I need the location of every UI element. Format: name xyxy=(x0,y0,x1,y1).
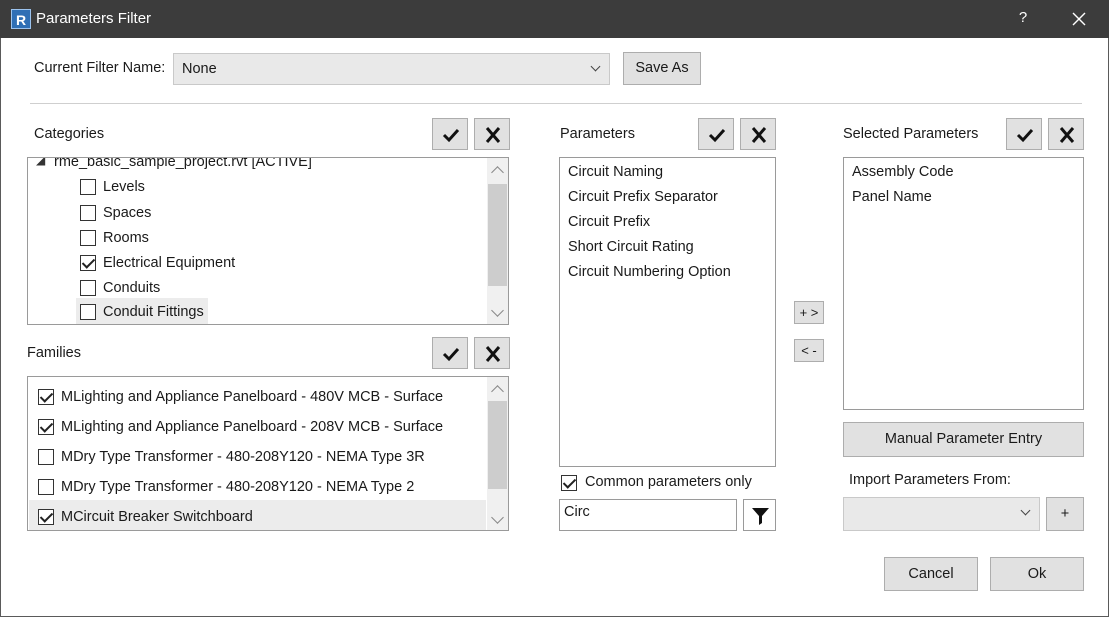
cancel-button[interactable]: Cancel xyxy=(884,557,978,591)
parameters-list: Circuit Naming Circuit Prefix Separator … xyxy=(559,157,776,467)
parameter-item[interactable]: Circuit Naming xyxy=(568,164,663,180)
parameters-uncheck-all-button[interactable] xyxy=(740,118,776,150)
window-title: Parameters Filter xyxy=(36,10,152,27)
category-checkbox[interactable] xyxy=(80,304,96,320)
chevron-down-icon xyxy=(1020,505,1031,516)
parameter-item[interactable]: Circuit Numbering Option xyxy=(568,264,731,280)
checkmark-icon xyxy=(708,128,726,143)
checkmark-icon xyxy=(442,347,460,362)
save-as-button[interactable]: Save As xyxy=(623,52,701,85)
category-checkbox[interactable] xyxy=(80,255,96,271)
x-icon xyxy=(751,127,767,143)
category-checkbox[interactable] xyxy=(80,230,96,246)
category-checkbox[interactable] xyxy=(80,205,96,221)
families-check-all-button[interactable] xyxy=(432,337,468,369)
category-label: Rooms xyxy=(103,230,149,246)
selected-check-all-button[interactable] xyxy=(1006,118,1042,150)
parameter-item[interactable]: Short Circuit Rating xyxy=(568,239,694,255)
ok-button[interactable]: Ok xyxy=(990,557,1084,591)
checkmark-icon xyxy=(442,128,460,143)
parameter-search-input[interactable]: Circ xyxy=(559,499,737,531)
revit-app-icon: R xyxy=(11,9,31,29)
category-label: Conduit Fittings xyxy=(103,304,204,320)
categories-scrollbar[interactable] xyxy=(487,158,508,324)
scroll-up-icon[interactable] xyxy=(491,166,504,179)
parameter-search-value: Circ xyxy=(564,504,590,520)
categories-heading: Categories xyxy=(34,126,105,142)
category-label: Conduits xyxy=(103,280,161,296)
categories-root-node[interactable]: rme_basic_sample_project.rvt [ACTIVE] xyxy=(54,158,312,170)
import-add-button[interactable]: + xyxy=(1046,497,1084,531)
selected-parameters-heading: Selected Parameters xyxy=(843,126,979,142)
categories-uncheck-all-button[interactable] xyxy=(474,118,510,150)
title-bar xyxy=(0,0,1109,38)
chevron-down-icon xyxy=(590,61,601,72)
scroll-down-icon[interactable] xyxy=(491,304,504,317)
filter-button[interactable] xyxy=(743,499,776,531)
family-checkbox[interactable] xyxy=(38,449,54,465)
family-label: MLighting and Appliance Panelboard - 480… xyxy=(61,389,444,405)
filter-name-label: Current Filter Name: xyxy=(34,60,166,76)
families-uncheck-all-button[interactable] xyxy=(474,337,510,369)
family-checkbox[interactable] xyxy=(38,389,54,405)
families-scrollbar[interactable] xyxy=(487,377,508,530)
parameter-item[interactable]: Circuit Prefix xyxy=(568,214,650,230)
parameters-heading: Parameters xyxy=(560,126,635,142)
families-heading: Families xyxy=(27,345,81,361)
category-label: Spaces xyxy=(103,205,152,221)
category-label: Electrical Equipment xyxy=(103,255,236,271)
x-icon xyxy=(1059,127,1075,143)
scroll-thumb[interactable] xyxy=(488,184,507,286)
filter-name-dropdown[interactable]: None xyxy=(173,53,610,85)
family-label: MCircuit Breaker Switchboard xyxy=(61,509,253,525)
category-checkbox[interactable] xyxy=(80,179,96,195)
scroll-down-icon[interactable] xyxy=(491,511,504,524)
scroll-up-icon[interactable] xyxy=(491,385,504,398)
family-checkbox[interactable] xyxy=(38,479,54,495)
parameters-check-all-button[interactable] xyxy=(698,118,734,150)
x-icon xyxy=(485,346,501,362)
family-label: MDry Type Transformer - 480-208Y120 - NE… xyxy=(61,479,415,495)
selected-parameter-item[interactable]: Assembly Code xyxy=(852,164,954,180)
common-parameters-label: Common parameters only xyxy=(585,474,752,490)
family-checkbox[interactable] xyxy=(38,509,54,525)
close-icon xyxy=(1072,12,1086,26)
filter-icon xyxy=(752,508,769,525)
categories-check-all-button[interactable] xyxy=(432,118,468,150)
category-checkbox[interactable] xyxy=(80,280,96,296)
help-button[interactable]: ? xyxy=(1008,9,1038,31)
import-parameters-label: Import Parameters From: xyxy=(849,472,1011,488)
checkmark-icon xyxy=(1016,128,1034,143)
manual-parameter-entry-button[interactable]: Manual Parameter Entry xyxy=(843,422,1084,457)
scroll-thumb[interactable] xyxy=(488,401,507,489)
parameter-item[interactable]: Circuit Prefix Separator xyxy=(568,189,718,205)
categories-tree: ◢ rme_basic_sample_project.rvt [ACTIVE] … xyxy=(27,157,509,325)
import-parameters-dropdown[interactable] xyxy=(843,497,1040,531)
selected-parameter-item[interactable]: Panel Name xyxy=(852,189,932,205)
close-window-button[interactable] xyxy=(1064,6,1094,32)
family-label: MLighting and Appliance Panelboard - 208… xyxy=(61,419,444,435)
selected-uncheck-all-button[interactable] xyxy=(1048,118,1084,150)
tree-expand-icon[interactable]: ◢ xyxy=(36,158,45,167)
selected-parameters-list: Assembly Code Panel Name xyxy=(843,157,1084,410)
filter-name-value: None xyxy=(182,61,217,77)
family-label: MDry Type Transformer - 480-208Y120 - NE… xyxy=(61,449,425,465)
family-checkbox[interactable] xyxy=(38,419,54,435)
add-parameter-button[interactable]: + > xyxy=(794,301,824,324)
remove-parameter-button[interactable]: < - xyxy=(794,339,824,362)
divider xyxy=(30,103,1082,104)
common-parameters-checkbox[interactable] xyxy=(561,475,577,491)
families-list: MLighting and Appliance Panelboard - 480… xyxy=(27,376,509,531)
category-label: Levels xyxy=(103,179,145,195)
x-icon xyxy=(485,127,501,143)
